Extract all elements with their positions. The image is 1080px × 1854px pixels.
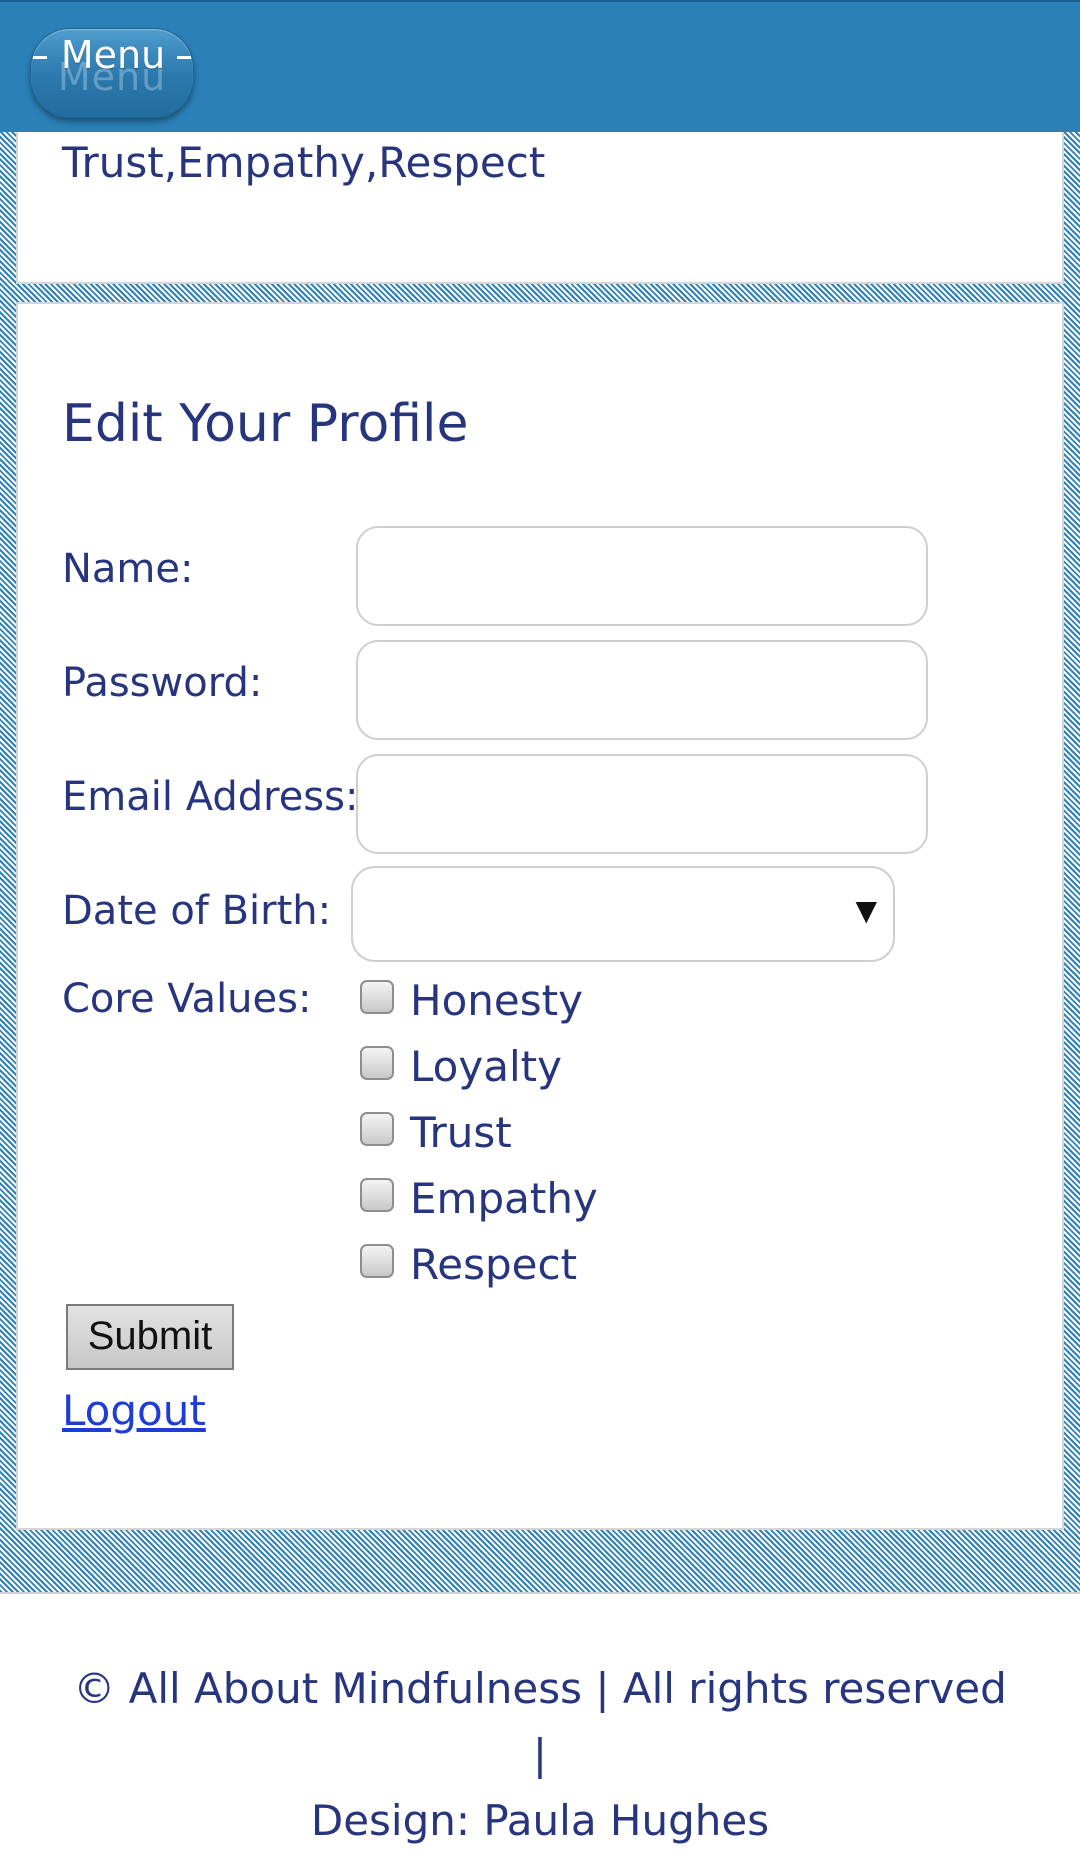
checkbox-label-empathy: Empathy: [410, 1174, 598, 1223]
checkbox-label-honesty: Honesty: [410, 976, 583, 1025]
password-label: Password:: [62, 660, 263, 706]
header-bar: Menu Menu: [0, 0, 1080, 132]
checkbox-honesty[interactable]: [360, 980, 394, 1014]
dob-label: Date of Birth:: [62, 888, 332, 934]
email-label: Email Address:: [62, 774, 359, 820]
core-values-label: Core Values:: [62, 976, 312, 1022]
footer: © All About Mindfulness | All rights res…: [60, 1656, 1020, 1854]
checkbox-loyalty[interactable]: [360, 1046, 394, 1080]
password-field[interactable]: [356, 640, 928, 740]
edit-profile-panel: Edit Your Profile Name: Password: Email …: [16, 302, 1064, 1530]
footer-credit: Design: Paula Hughes: [310, 1796, 770, 1845]
menu-button[interactable]: Menu Menu: [30, 28, 194, 118]
dropdown-arrow-icon: ▼: [855, 894, 877, 927]
checkbox-label-loyalty: Loyalty: [410, 1042, 562, 1091]
core-values-summary: Trust,Empathy,Respect: [62, 138, 546, 187]
submit-button[interactable]: Submit: [66, 1304, 234, 1370]
page-title: Edit Your Profile: [62, 394, 469, 454]
logout-link[interactable]: Logout: [62, 1386, 206, 1435]
menu-button-label: Menu: [60, 33, 166, 77]
name-field[interactable]: [356, 526, 928, 626]
checkbox-empathy[interactable]: [360, 1178, 394, 1212]
footer-divider: [0, 1592, 1080, 1594]
name-label: Name:: [62, 546, 194, 592]
email-field[interactable]: [356, 754, 928, 854]
menu-dash-right-icon: [177, 56, 191, 59]
footer-copyright: © All About Mindfulness | All rights res…: [73, 1664, 1007, 1779]
checkbox-label-trust: Trust: [410, 1108, 512, 1157]
checkbox-label-respect: Respect: [410, 1240, 578, 1289]
checkbox-respect[interactable]: [360, 1244, 394, 1278]
checkbox-trust[interactable]: [360, 1112, 394, 1146]
profile-summary-panel: Trust,Empathy,Respect: [16, 132, 1064, 284]
dob-select[interactable]: ▼: [351, 866, 895, 962]
